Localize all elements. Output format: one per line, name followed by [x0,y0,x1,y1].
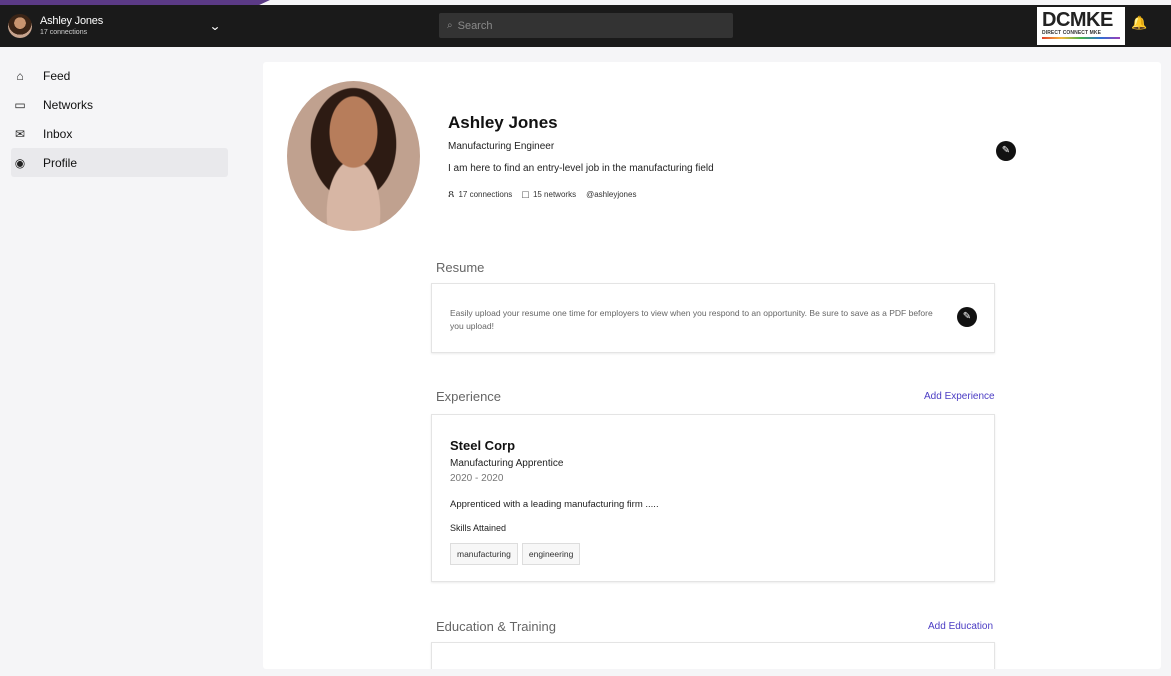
dcmke-logo: DCMKE DIRECT CONNECT MKE [1037,7,1125,45]
profile-name: Ashley Jones [448,113,558,132]
experience-company: Steel Corp [450,438,516,453]
user-avatar [8,14,32,38]
experience-description: Apprenticed with a leading manufacturing… [450,499,659,510]
sidebar-item-label: Feed [43,68,71,83]
sidebar-item-label: Inbox [43,126,73,141]
profile-bio: I am here to find an entry-level job in … [448,163,714,174]
profile-photo [287,81,420,231]
sidebar-item-networks[interactable]: ▭ Networks [11,90,228,119]
user-meta: Ashley Jones 17 connections [40,15,210,37]
mail-icon: ✉ [14,126,26,141]
logo-text: DCMKE [1042,9,1113,31]
experience-card: Steel Corp Manufacturing Apprentice 2020… [431,414,995,582]
add-experience-link[interactable]: Add Experience [924,391,995,402]
skills-label: Skills Attained [450,523,507,533]
user-account-menu[interactable]: Ashley Jones 17 connections ⌄ [8,10,226,42]
sidebar-item-label: Profile [43,155,78,170]
education-card [431,642,995,669]
search-icon: ⌕ [447,20,453,31]
edit-resume-button[interactable]: ✎ [957,307,977,327]
user-connections: 17 connections [40,29,88,36]
sidebar-item-label: Networks [43,97,94,112]
experience-dates: 2020 - 2020 [450,473,504,484]
sidebar-item-inbox[interactable]: ✉ Inbox [11,119,228,148]
resume-instructions: Easily upload your resume one time for e… [450,308,933,331]
connections-icon: ጸ [448,188,455,200]
top-navigation-bar: Ashley Jones 17 connections ⌄ ⌕ DCMKE DI… [0,5,1171,47]
network-icon: ▭ [14,97,26,112]
chevron-down-icon[interactable]: ⌄ [209,19,221,33]
add-education-link[interactable]: Add Education [928,621,993,632]
profile-stats: ጸ 17 connections □ 15 networks @ashleyjo… [448,188,636,201]
profile-handle: @ashleyjones [586,190,637,199]
logo-color-rule [1042,37,1120,39]
edit-profile-button[interactable]: ✎ [996,141,1016,161]
profile-title: Manufacturing Engineer [448,141,555,152]
search-bar[interactable]: ⌕ [439,13,733,38]
home-icon: ⌂ [16,68,24,83]
user-name: Ashley Jones [40,15,104,27]
experience-heading: Experience [436,389,502,404]
skill-tag: manufacturing [450,543,518,565]
networks-count: 15 networks [532,190,577,199]
skill-tags: manufacturing engineering [450,543,584,565]
bell-icon[interactable]: 🔔 [1131,15,1147,31]
networks-icon: □ [522,188,529,201]
experience-role: Manufacturing Apprentice [450,458,564,469]
sidebar-item-profile[interactable]: ◉ Profile [11,148,228,177]
connections-count: 17 connections [458,190,513,199]
resume-heading: Resume [436,260,485,275]
education-heading: Education & Training [436,619,556,634]
user-icon: ◉ [14,155,26,170]
profile-main-panel: Ashley Jones Manufacturing Engineer I am… [263,62,1161,669]
sidebar-item-feed[interactable]: ⌂ Feed [11,61,228,90]
skill-tag: engineering [521,543,581,565]
sidebar-navigation: ⌂ Feed ▭ Networks ✉ Inbox ◉ Profile [11,61,228,177]
search-input[interactable] [457,19,708,32]
resume-card: Easily upload your resume one time for e… [431,283,995,353]
